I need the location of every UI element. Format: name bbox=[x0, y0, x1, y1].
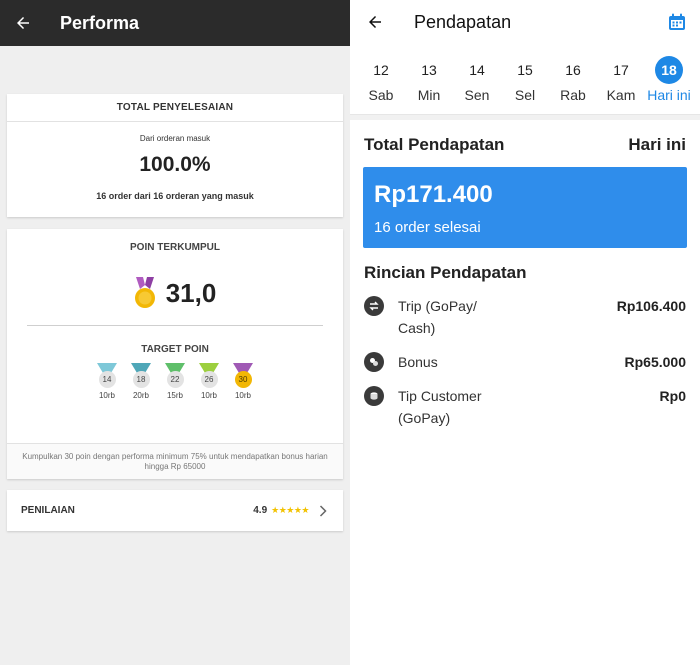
arrow-left-icon bbox=[369, 16, 381, 28]
date-number: 13 bbox=[421, 62, 437, 78]
date-item[interactable]: 16 Rab bbox=[549, 56, 597, 103]
chevron-right-icon bbox=[319, 504, 329, 518]
date-number: 12 bbox=[373, 62, 389, 78]
penilaian-label: PENILAIAN bbox=[21, 505, 75, 516]
medal-points: 22 bbox=[166, 371, 184, 388]
date-item[interactable]: 15 Sel bbox=[501, 56, 549, 103]
poin-score: 31,0 bbox=[7, 277, 343, 309]
date-day: Rab bbox=[560, 87, 586, 103]
date-day: Hari ini bbox=[647, 87, 691, 103]
completion-percent: 100.0% bbox=[139, 153, 211, 176]
period-label: Hari ini bbox=[628, 135, 686, 154]
pendapatan-header: Pendapatan bbox=[350, 0, 700, 44]
date-day: Sab bbox=[368, 87, 394, 103]
performa-screen: Performa TOTAL PENYELESAIAN Dari orderan… bbox=[0, 0, 350, 665]
medal-points: 26 bbox=[200, 371, 218, 388]
total-heading: TOTAL PENYELESAIAN bbox=[7, 94, 343, 122]
penilaian-row[interactable]: PENILAIAN 4.9 ★★★★★ bbox=[7, 490, 343, 531]
divider bbox=[27, 325, 323, 326]
date-item[interactable]: 17 Kam bbox=[597, 56, 645, 103]
rincian-amount: Rp106.400 bbox=[616, 298, 686, 314]
orders-completed: 16 order selesai bbox=[374, 219, 481, 236]
poin-heading: POIN TERKUMPUL bbox=[130, 242, 220, 253]
medal-amount: 10rb bbox=[98, 391, 115, 400]
total-pendapatan-row: Total Pendapatan Hari ini bbox=[350, 135, 700, 155]
poin-footer-note: Kumpulkan 30 poin dengan performa minimu… bbox=[7, 443, 343, 479]
date-number: 15 bbox=[517, 62, 533, 78]
date-number: 18 bbox=[655, 56, 683, 84]
date-day: Kam bbox=[606, 87, 636, 103]
pendapatan-screen: Pendapatan 12 Sab 13 Min 14 Sen 15 Sel 1… bbox=[350, 0, 700, 665]
rincian-label: Tip Customer (GoPay) bbox=[398, 388, 482, 426]
rincian-item-bonus: Bonus Rp65.000 bbox=[350, 351, 700, 373]
rincian-label: Bonus bbox=[398, 354, 438, 370]
rincian-amount: Rp0 bbox=[659, 388, 686, 404]
divider bbox=[350, 114, 700, 120]
coin-icon bbox=[364, 386, 384, 406]
medal-amount: 20rb bbox=[132, 391, 149, 400]
target-medal: 14 10rb bbox=[90, 363, 124, 400]
back-button[interactable] bbox=[0, 0, 46, 46]
page-title: Performa bbox=[60, 12, 140, 33]
trip-icon bbox=[364, 296, 384, 316]
date-day: Min bbox=[417, 87, 441, 103]
target-medal: 18 20rb bbox=[124, 363, 158, 400]
date-number: 14 bbox=[469, 62, 485, 78]
rincian-item-tip: Tip Customer (GoPay) Rp0 bbox=[350, 385, 700, 429]
total-subtitle: Dari orderan masuk bbox=[139, 134, 211, 143]
order-count-text: 16 order dari 16 orderan yang masuk bbox=[96, 191, 254, 201]
poin-value: 31,0 bbox=[165, 277, 217, 308]
rating-value: 4.9 bbox=[253, 505, 268, 516]
medal-icon bbox=[134, 277, 155, 308]
earnings-summary-card: Rp171.400 16 order selesai bbox=[363, 167, 687, 248]
total-penyelesaian-card: TOTAL PENYELESAIAN Dari orderan masuk 10… bbox=[7, 94, 343, 217]
target-medal: 30 10rb bbox=[226, 363, 260, 400]
target-medal: 22 15rb bbox=[158, 363, 192, 400]
date-item-selected[interactable]: 18 Hari ini bbox=[645, 56, 693, 103]
date-selector: 12 Sab 13 Min 14 Sen 15 Sel 16 Rab 17 Ka… bbox=[350, 56, 700, 103]
medal-points: 30 bbox=[234, 371, 252, 388]
date-number: 16 bbox=[565, 62, 581, 78]
star-rating: ★★★★★ bbox=[271, 505, 309, 515]
rincian-title: Rincian Pendapatan bbox=[364, 263, 527, 282]
arrow-left-icon bbox=[17, 17, 29, 29]
date-day: Sen bbox=[464, 87, 490, 103]
date-day: Sel bbox=[514, 87, 536, 103]
total-pendapatan-label: Total Pendapatan bbox=[364, 135, 505, 154]
rincian-item-trip: Trip (GoPay/ Cash) Rp106.400 bbox=[350, 295, 700, 339]
medal-amount: 15rb bbox=[166, 391, 183, 400]
date-item[interactable]: 12 Sab bbox=[357, 56, 405, 103]
date-item[interactable]: 13 Min bbox=[405, 56, 453, 103]
target-medals: 14 10rb 18 20rb 22 15rb 26 10rb 30 10rb bbox=[7, 363, 343, 400]
bonus-icon bbox=[364, 352, 384, 372]
target-medal: 26 10rb bbox=[192, 363, 226, 400]
back-button[interactable] bbox=[350, 0, 400, 44]
page-title: Pendapatan bbox=[414, 11, 512, 32]
rincian-amount: Rp65.000 bbox=[624, 354, 686, 370]
date-item[interactable]: 14 Sen bbox=[453, 56, 501, 103]
medal-points: 14 bbox=[98, 371, 116, 388]
total-amount: Rp171.400 bbox=[374, 181, 493, 208]
date-number: 17 bbox=[613, 62, 629, 78]
medal-amount: 10rb bbox=[234, 391, 251, 400]
medal-points: 18 bbox=[132, 371, 150, 388]
medal-amount: 10rb bbox=[200, 391, 217, 400]
calendar-icon[interactable] bbox=[668, 13, 686, 31]
rincian-label: Trip (GoPay/ Cash) bbox=[398, 298, 477, 336]
performa-header: Performa bbox=[0, 0, 350, 46]
poin-card: POIN TERKUMPUL 31,0 TARGET POIN 14 10rb … bbox=[7, 229, 343, 479]
target-heading: TARGET POIN bbox=[141, 344, 209, 355]
